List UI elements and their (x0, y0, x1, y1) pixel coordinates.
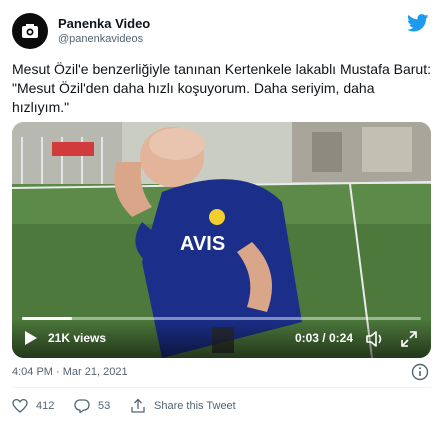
twitter-bird-icon[interactable] (407, 14, 429, 32)
share-button[interactable]: Share this Tweet (130, 396, 236, 416)
video-player[interactable]: AVIS 21K views 0:03 / 0:24 (12, 122, 431, 358)
like-count: 412 (36, 400, 55, 412)
avatar[interactable] (12, 13, 48, 49)
view-count: 21K views (48, 331, 107, 345)
like-button[interactable]: 412 (12, 396, 54, 416)
divider (12, 387, 431, 388)
video-progress-fill (22, 317, 72, 320)
tweet-timestamp[interactable]: 4:04 PM · Mar 21, 2021 (12, 366, 128, 378)
reply-bubble-icon (74, 399, 90, 414)
video-time: 0:03 / 0:24 (294, 331, 353, 345)
tweet-text: Mesut Özil'e benzerliğiyle tanınan Kerte… (12, 61, 435, 115)
author-display-name[interactable]: Panenka Video (58, 16, 150, 32)
share-icon (131, 398, 145, 413)
reply-count: 53 (98, 400, 111, 412)
fullscreen-icon[interactable] (401, 331, 417, 347)
reply-button[interactable]: 53 (74, 396, 110, 416)
jersey-sponsor: AVIS (180, 233, 225, 255)
author-handle[interactable]: @panenkavideos (58, 32, 150, 47)
tweet-actions: 412 53 Share this Tweet (12, 396, 431, 416)
video-progress-bar[interactable] (22, 317, 421, 320)
tweet-card: Panenka Video @panenkavideos Mesut Özil'… (0, 0, 443, 424)
play-icon[interactable] (24, 330, 38, 346)
author-info: Panenka Video @panenkavideos (58, 16, 150, 47)
heart-icon (12, 398, 28, 413)
tweet-header: Panenka Video @panenkavideos (12, 12, 431, 52)
info-icon[interactable] (411, 363, 429, 381)
volume-icon[interactable] (365, 330, 385, 348)
camera-icon (22, 24, 38, 38)
share-label: Share this Tweet (154, 400, 236, 412)
